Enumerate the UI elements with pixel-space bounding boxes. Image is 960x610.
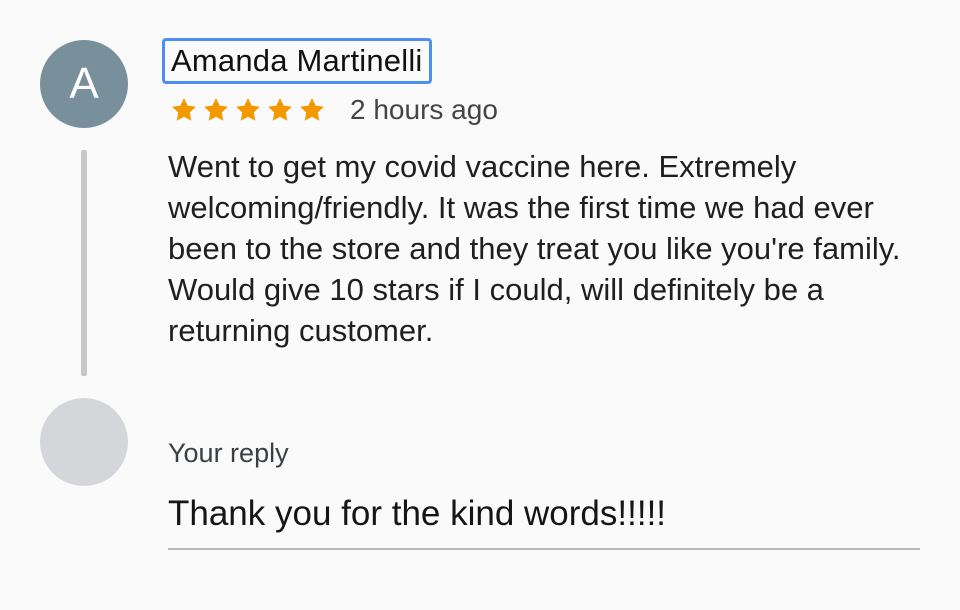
reviewer-name[interactable]: Amanda Martinelli <box>162 38 432 84</box>
review-time: 2 hours ago <box>350 94 498 125</box>
star-icon <box>268 98 292 121</box>
star-icon <box>236 98 260 121</box>
reviewer-avatar: A <box>40 40 128 128</box>
star-icon <box>172 98 196 121</box>
reply-input[interactable]: Thank you for the kind words!!!!! <box>168 492 920 550</box>
reply-label: Your reply <box>168 438 289 468</box>
review-thread: A Amanda Martinelli 2 hours ago Went to … <box>0 0 960 610</box>
thread-line <box>81 150 87 376</box>
reviewer-name-text: Amanda Martinelli <box>171 43 423 78</box>
star-icon <box>300 98 324 121</box>
reviewer-avatar-initial: A <box>69 59 99 108</box>
rating-row: 2 hours ago <box>170 92 498 128</box>
reply-avatar <box>40 398 128 486</box>
star-rating <box>170 96 326 124</box>
star-icon <box>204 98 228 121</box>
reply-input-text: Thank you for the kind words!!!!! <box>168 494 667 533</box>
review-text: Went to get my covid vaccine here. Extre… <box>168 149 901 348</box>
